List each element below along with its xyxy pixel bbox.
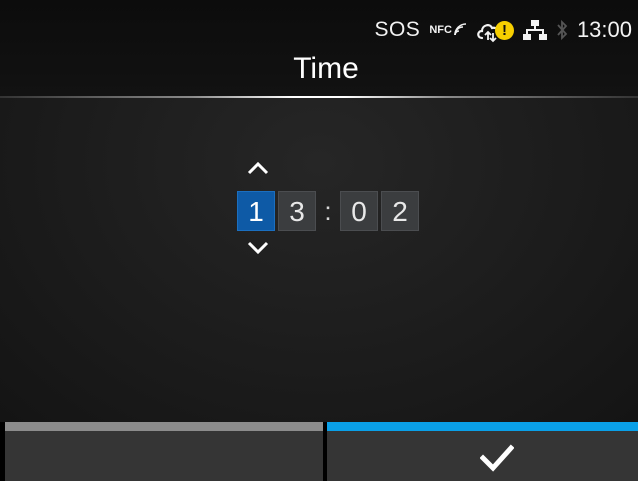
main-content: 1 3 : 0 2 — [0, 98, 638, 422]
left-softkey-strip — [5, 422, 323, 431]
status-clock: 13:00 — [576, 17, 632, 42]
confirm-softkey[interactable] — [327, 422, 638, 481]
nfc-waves-icon — [454, 23, 467, 36]
screen: SOS NFC ! 13:00 Time 1 3: 0 2 — [0, 0, 638, 481]
softkey-bar — [0, 422, 638, 481]
network-icon — [522, 20, 547, 40]
time-editor: 1 3 : 0 2 — [237, 191, 422, 231]
header: SOS NFC ! 13:00 Time — [0, 0, 638, 97]
sos-label: SOS — [374, 18, 421, 41]
cloud-sync-icon: ! — [476, 17, 514, 43]
page-title: Time — [293, 52, 359, 85]
time-separator: : — [324, 196, 332, 226]
check-icon — [480, 444, 514, 472]
warning-icon: ! — [494, 21, 514, 40]
status-bar: SOS NFC ! 13:00 — [374, 14, 632, 46]
hour-tens-digit[interactable]: 1 — [237, 191, 275, 231]
minute-ones-digit[interactable]: 2 — [381, 191, 419, 231]
chevron-up-icon[interactable] — [246, 160, 270, 176]
hour-ones-digit[interactable]: 3 — [278, 191, 316, 231]
bluetooth-icon — [557, 19, 568, 41]
minute-tens-digit[interactable]: 0 — [340, 191, 378, 231]
nfc-label: NFC — [429, 24, 452, 36]
nfc-icon: NFC — [429, 23, 467, 37]
right-softkey-strip — [327, 422, 638, 431]
left-softkey[interactable] — [5, 422, 323, 481]
chevron-down-icon[interactable] — [246, 240, 270, 256]
